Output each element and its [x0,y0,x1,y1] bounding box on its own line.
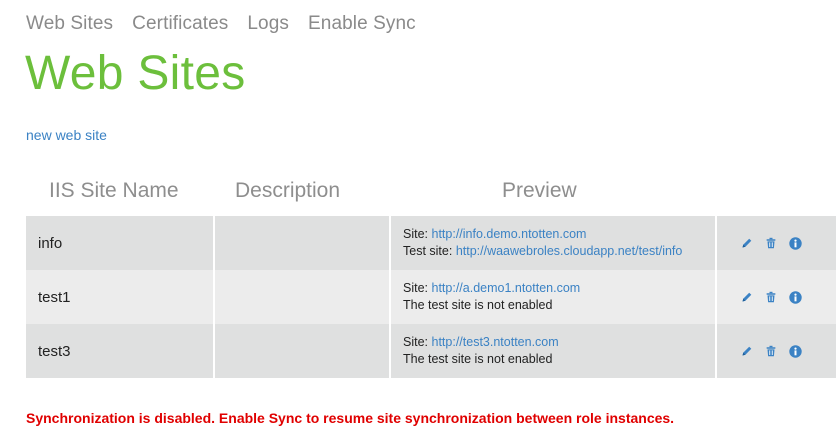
column-header-preview: Preview [502,179,577,202]
sites-table: info Site: http://info.demo.ntotten.com … [26,216,836,378]
preview-site-line: Site: http://test3.ntotten.com [403,334,715,351]
site-description [214,270,391,324]
trash-icon[interactable] [764,344,778,358]
site-url-link[interactable]: http://a.demo1.ntotten.com [432,281,581,295]
site-name: test3 [26,324,215,378]
site-prefix: Site: [403,281,429,295]
table-row: info Site: http://info.demo.ntotten.com … [26,216,836,270]
pencil-icon[interactable] [740,236,754,250]
site-preview: Site: http://test3.ntotten.com The test … [390,324,717,378]
sync-disabled-message: Synchronization is disabled. Enable Sync… [26,410,675,426]
trash-icon[interactable] [764,290,778,304]
nav-logs[interactable]: Logs [247,13,289,35]
pencil-icon[interactable] [740,290,754,304]
trash-icon[interactable] [764,236,778,250]
test-site-url-link[interactable]: http://waawebroles.cloudapp.net/test/inf… [456,244,683,258]
table-row: test3 Site: http://test3.ntotten.com The… [26,324,836,378]
table-row: test1 Site: http://a.demo1.ntotten.com T… [26,270,836,324]
site-prefix: Site: [403,227,429,241]
row-actions [716,216,836,270]
site-name: info [26,216,215,270]
top-nav: Web Sites Certificates Logs Enable Sync [26,13,416,35]
site-preview: Site: http://info.demo.ntotten.com Test … [390,216,717,270]
test-site-status: The test site is not enabled [403,298,553,312]
info-icon[interactable] [788,236,802,250]
test-site-prefix: Test site: [403,244,453,258]
new-web-site-link[interactable]: new web site [26,127,107,143]
site-prefix: Site: [403,335,429,349]
row-actions [716,270,836,324]
nav-enable-sync[interactable]: Enable Sync [308,13,416,35]
site-preview: Site: http://a.demo1.ntotten.com The tes… [390,270,717,324]
nav-certificates[interactable]: Certificates [132,13,228,35]
test-site-status: The test site is not enabled [403,352,553,366]
column-header-description: Description [235,179,341,202]
row-actions [716,324,836,378]
site-name: test1 [26,270,215,324]
site-description [214,216,391,270]
pencil-icon[interactable] [740,344,754,358]
preview-test-line: Test site: http://waawebroles.cloudapp.n… [403,243,715,260]
column-header-site-name: IIS Site Name [49,179,179,202]
nav-web-sites[interactable]: Web Sites [26,13,113,35]
info-icon[interactable] [788,344,802,358]
page-title: Web Sites [25,47,246,100]
table-header: IIS Site Name Description Preview [26,179,836,207]
preview-site-line: Site: http://info.demo.ntotten.com [403,226,715,243]
preview-site-line: Site: http://a.demo1.ntotten.com [403,280,715,297]
site-description [214,324,391,378]
site-url-link[interactable]: http://test3.ntotten.com [432,335,559,349]
site-url-link[interactable]: http://info.demo.ntotten.com [432,227,587,241]
info-icon[interactable] [788,290,802,304]
